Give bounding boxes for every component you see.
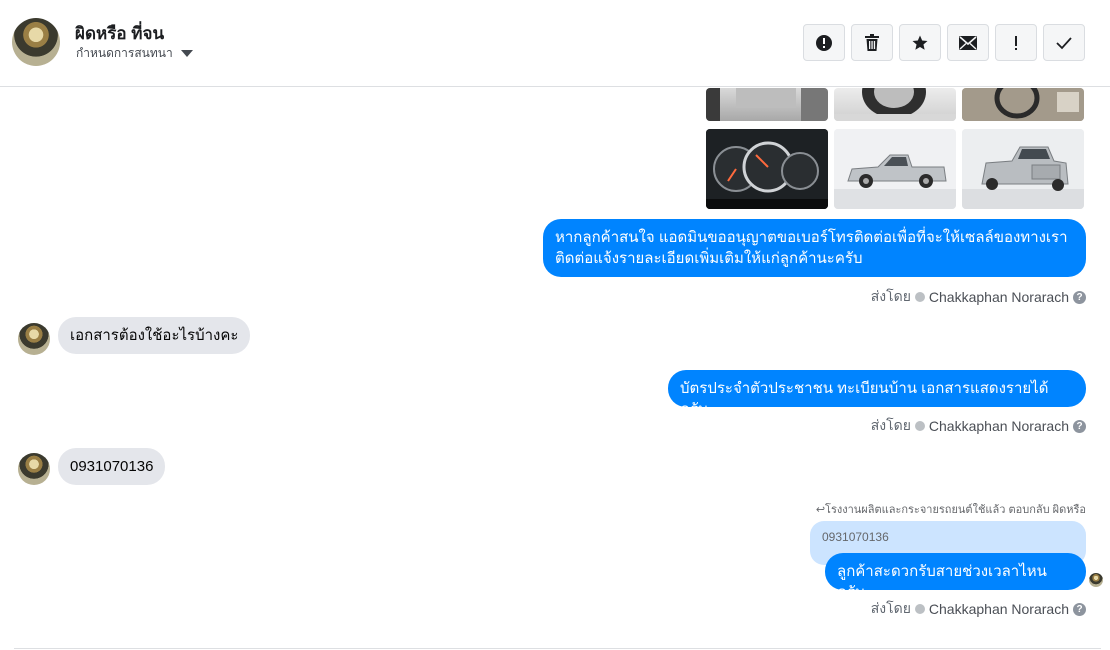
agent-name[interactable]: Chakkaphan Norarach [929,289,1069,305]
sent-by-label: ส่งโดย [870,417,911,433]
sent-by-label: ส่งโดย [870,600,911,616]
message-outgoing[interactable]: บัตรประจำตัวประชาชน ทะเบียนบ้าน เอกสารแส… [668,370,1086,418]
help-icon[interactable]: ? [1073,290,1086,304]
contact-name[interactable]: ผิดหรือ ที่จน [75,20,164,47]
quoted-message-text: 0931070136 [822,530,889,544]
message-text-line: ติดต่อแจ้งรายละเอียดเพิ่มเติมให้แก่ลูกค้… [555,250,863,267]
composer-divider [14,648,1101,649]
car-photo-side-view[interactable] [834,129,956,209]
message-outgoing[interactable]: ลูกค้าสะดวกรับสายช่วงเวลาไหนครับ [825,553,1086,601]
message-incoming[interactable]: 0931070136 [58,448,166,485]
conversation-header: ผิดหรือ ที่จน กำหนดการสนทนา [0,0,1110,87]
car-photo-rear-view[interactable] [962,129,1084,209]
car-photo-dashboard[interactable] [706,88,828,121]
message-text-line: หากลูกค้าสนใจ แอดมินขออนุญาตขอเบอร์โทรติ… [555,229,1068,246]
agent-name[interactable]: Chakkaphan Norarach [929,601,1069,617]
seen-indicator-avatar [1089,573,1103,587]
verified-icon [914,421,925,431]
contact-avatar[interactable] [12,18,60,66]
sent-by-label: ส่งโดย [870,288,911,304]
message-outgoing[interactable]: หากลูกค้าสนใจ แอดมินขออนุญาตขอเบอร์โทรติ… [543,219,1086,277]
verified-icon [914,604,925,614]
exclamation-icon [1015,35,1017,50]
message-text: บัตรประจำตัวประชาชน ทะเบียนบ้าน เอกสารแส… [680,380,1049,418]
alert-circle-icon [816,34,832,51]
assign-conversation-dropdown[interactable]: กำหนดการสนทนา [76,44,193,63]
delete-button[interactable] [851,24,893,61]
message-text: เอกสารต้องใช้อะไรบ้างคะ [70,327,239,344]
reply-context-note: ↩โรงงานผลิตและกระจายรถยนต์ใช้แล้ว ตอบกลั… [815,504,1086,516]
mark-done-button[interactable] [1043,24,1085,61]
help-icon[interactable]: ? [1073,419,1086,433]
trash-icon [865,33,879,51]
caret-down-icon [180,50,193,57]
contact-avatar-small[interactable] [18,323,50,355]
car-photo-wheel[interactable] [834,88,956,121]
assign-conversation-label: กำหนดการสนทนา [76,46,173,60]
sent-by-info: ส่งโดย Chakkaphan Norarach ? [871,286,1086,308]
checkmark-icon [1056,36,1072,49]
follow-up-button[interactable] [995,24,1037,61]
verified-icon [914,292,925,302]
car-photo-gauges[interactable] [706,129,828,209]
mark-unread-button[interactable] [947,24,989,61]
agent-name[interactable]: Chakkaphan Norarach [929,418,1069,434]
star-icon [912,35,928,50]
envelope-icon [959,35,977,50]
sent-by-info: ส่งโดย Chakkaphan Norarach ? [871,598,1086,620]
message-incoming[interactable]: เอกสารต้องใช้อะไรบ้างคะ [58,317,251,354]
contact-avatar-small[interactable] [18,453,50,485]
header-actions [803,24,1085,61]
message-text: ลูกค้าสะดวกรับสายช่วงเวลาไหนครับ [837,563,1047,601]
car-photo-interior[interactable] [962,88,1084,121]
star-button[interactable] [899,24,941,61]
help-icon[interactable]: ? [1073,602,1086,616]
sent-by-info: ส่งโดย Chakkaphan Norarach ? [871,415,1086,437]
message-text: 0931070136 [70,458,154,475]
mark-spam-button[interactable] [803,24,845,61]
